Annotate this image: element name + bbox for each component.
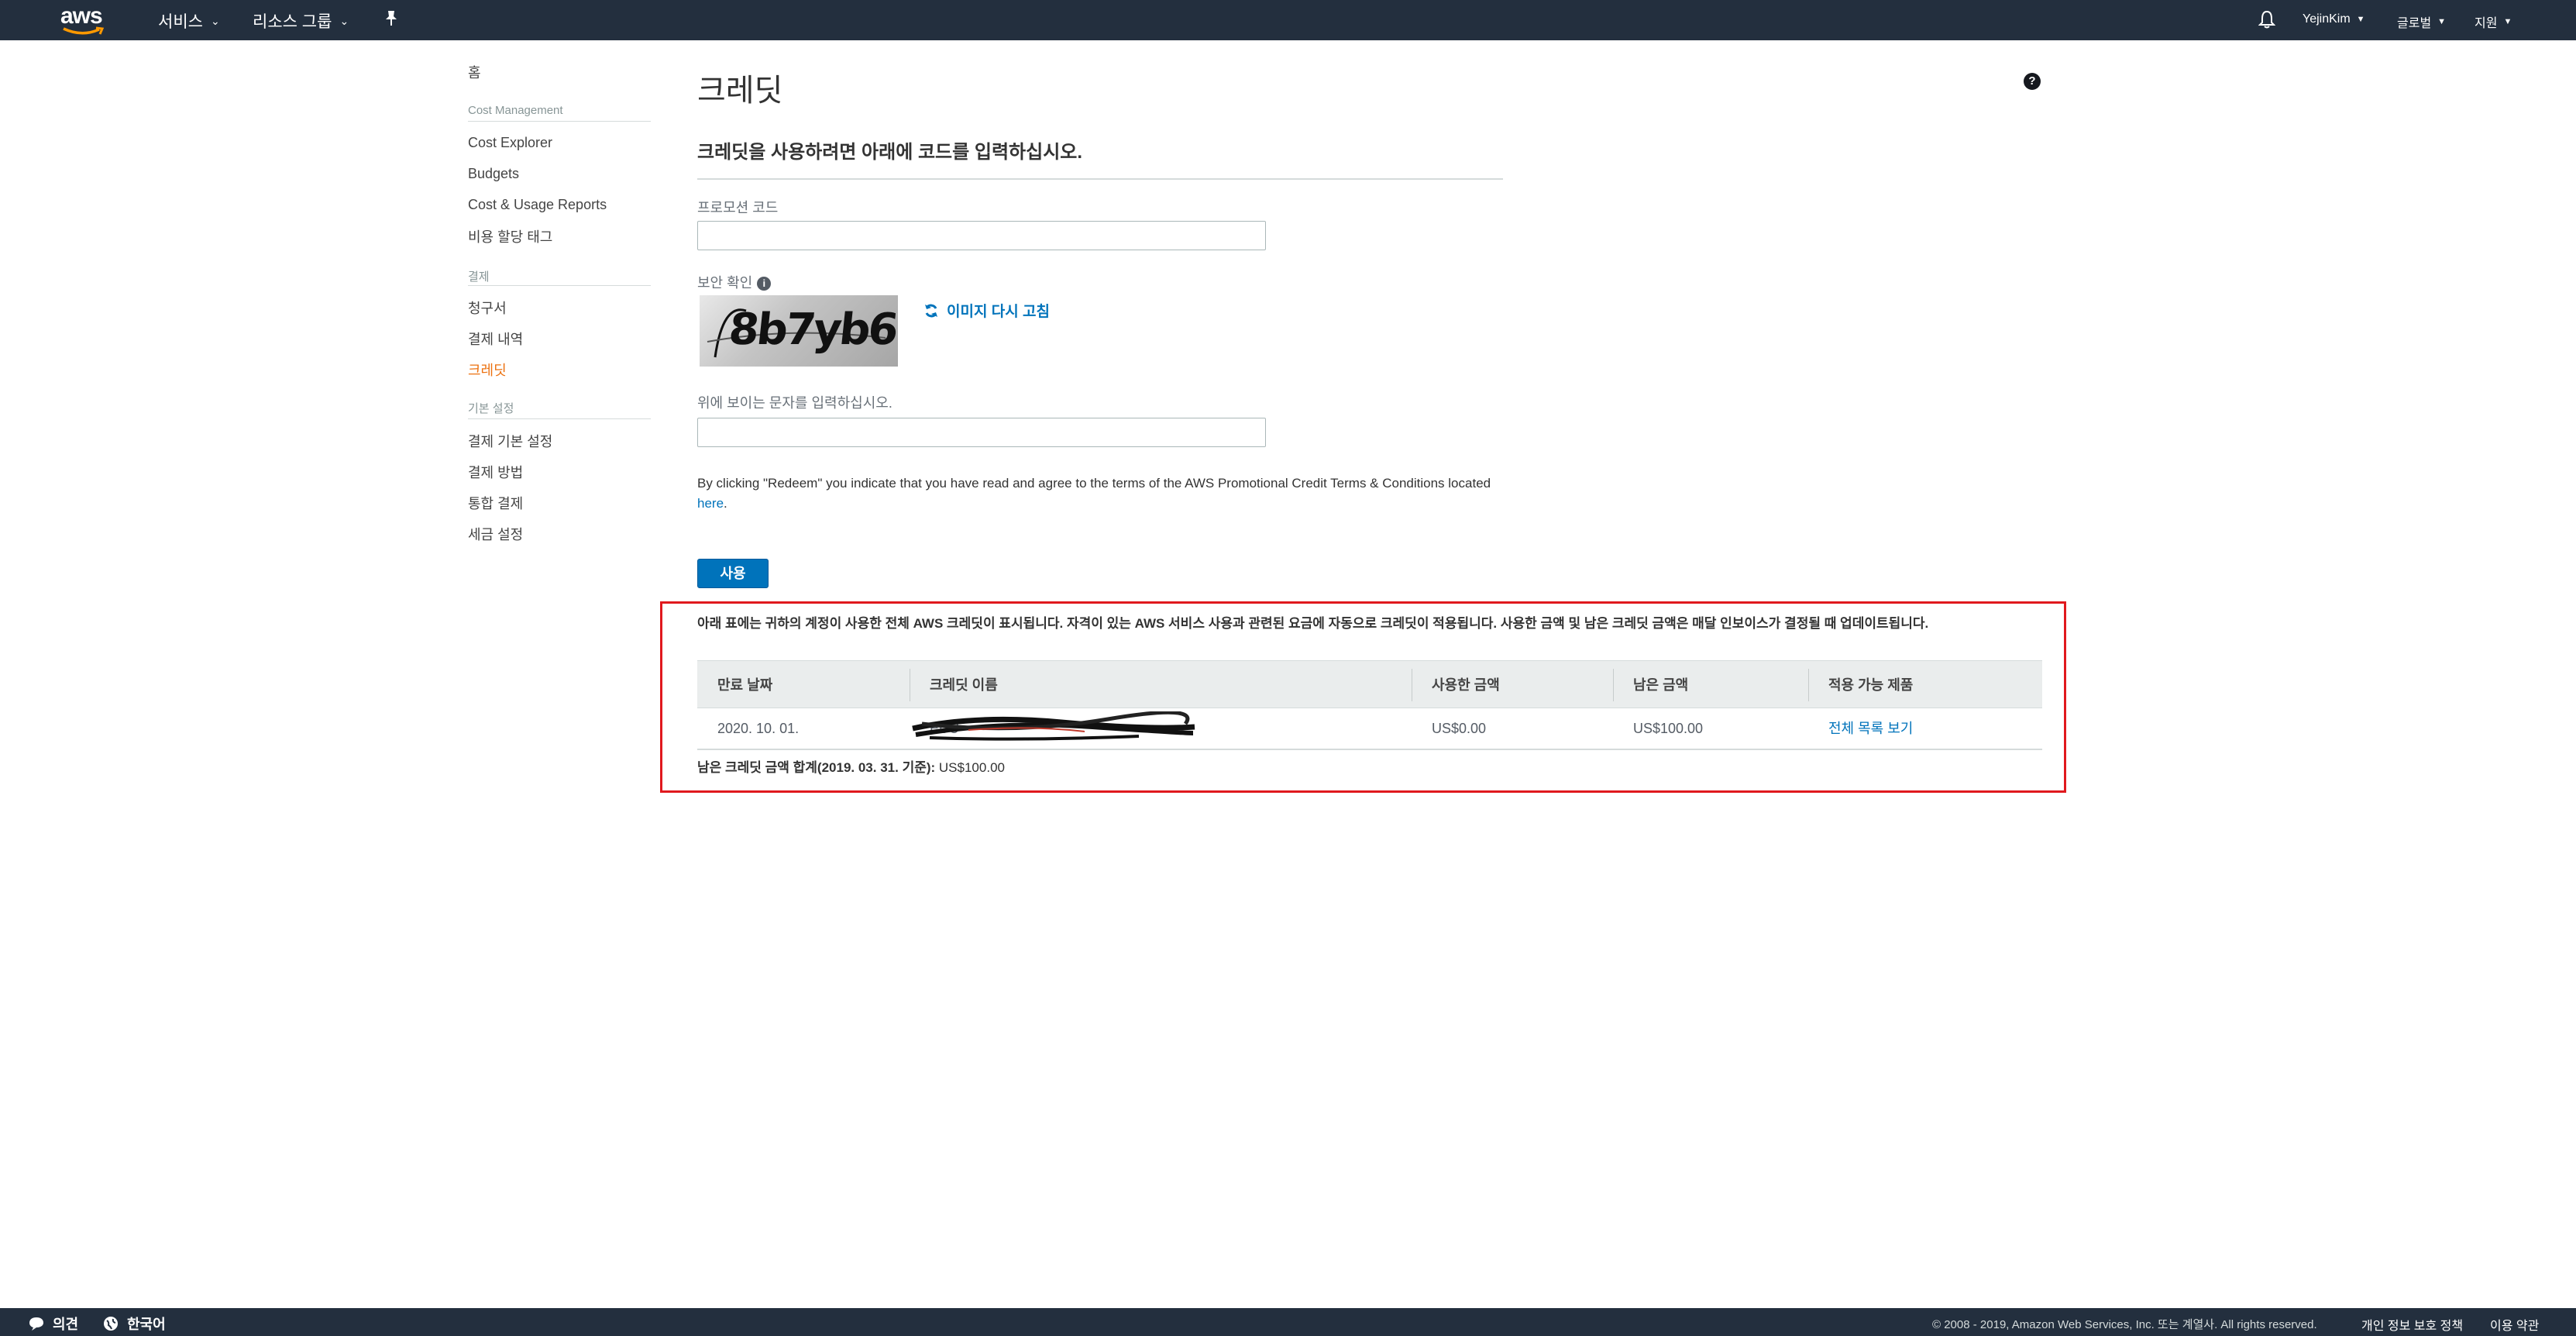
terms-end: . bbox=[724, 496, 727, 511]
total-value: US$100.00 bbox=[938, 760, 1005, 775]
privacy-policy-link[interactable]: 개인 정보 보호 정책 bbox=[2361, 1315, 2463, 1334]
support-label: 지원 bbox=[2475, 17, 2498, 30]
total-label: 남은 크레딧 금액 합계(2019. 03. 31. 기준): bbox=[697, 760, 936, 775]
security-check-text: 보안 확인 bbox=[697, 275, 753, 291]
feedback-label: 의견 bbox=[53, 1317, 79, 1332]
column-amount-used[interactable]: 사용한 금액 bbox=[1412, 661, 1500, 709]
table-row: 2020. 10. 01. EDU US$0.00 US$100.00 전체 목… bbox=[697, 708, 2042, 750]
chevron-down-icon: ▼ bbox=[2356, 15, 2365, 24]
sidebar-item-budgets[interactable]: Budgets bbox=[468, 166, 519, 182]
sidebar-item-credits[interactable]: 크레딧 bbox=[468, 360, 507, 380]
feedback-button[interactable]: 의견 bbox=[28, 1314, 78, 1334]
cell-applicable-products: 전체 목록 보기 bbox=[1808, 708, 1913, 749]
sidebar-item-payment-history[interactable]: 결제 내역 bbox=[468, 329, 523, 349]
user-label: YejinKim bbox=[2303, 12, 2351, 26]
chevron-down-icon: ▼ bbox=[2437, 17, 2447, 26]
info-icon[interactable]: i bbox=[757, 277, 772, 291]
view-all-products-link[interactable]: 전체 목록 보기 bbox=[1828, 721, 1913, 736]
sidebar-item-billing-preferences[interactable]: 결제 기본 설정 bbox=[468, 431, 552, 451]
sidebar-item-bills[interactable]: 청구서 bbox=[468, 298, 507, 318]
section-divider bbox=[697, 178, 1503, 180]
chevron-down-icon: ⌄ bbox=[339, 14, 349, 27]
redaction-scribble bbox=[912, 711, 1195, 741]
captcha-input-label: 위에 보이는 문자를 입력하십시오. bbox=[697, 395, 892, 411]
services-menu[interactable]: 서비스 ⌄ bbox=[158, 9, 220, 33]
credits-table-header: 만료 날짜 크레딧 이름 사용한 금액 남은 금액 적용 가능 제품 bbox=[697, 660, 2042, 708]
bell-icon-svg bbox=[2258, 10, 2276, 29]
user-menu[interactable]: YejinKim ▼ bbox=[2303, 12, 2365, 26]
security-check-label: 보안 확인 i bbox=[697, 272, 772, 292]
terms-link[interactable]: here bbox=[697, 496, 724, 511]
sidebar-group-cost-management: Cost Management bbox=[468, 104, 563, 117]
refresh-icon bbox=[925, 304, 937, 317]
sidebar-divider bbox=[468, 418, 651, 419]
terms-body: By clicking "Redeem" you indicate that y… bbox=[697, 476, 1491, 491]
sidebar-divider bbox=[468, 285, 651, 286]
terms-of-use-link[interactable]: 이용 약관 bbox=[2490, 1315, 2539, 1334]
chevron-down-icon: ⌄ bbox=[210, 14, 220, 27]
promo-code-label: 프로모션 코드 bbox=[697, 200, 779, 215]
pin-icon-svg bbox=[386, 11, 397, 26]
captcha-image: 8b7yb6 bbox=[700, 295, 898, 367]
region-menu[interactable]: 글로벌 ▼ bbox=[2397, 12, 2446, 31]
cell-amount-used: US$0.00 bbox=[1432, 721, 1487, 736]
resource-groups-label: 리소스 그룹 bbox=[253, 13, 332, 31]
globe-icon bbox=[104, 1317, 118, 1331]
sidebar-item-consolidated-billing[interactable]: 통합 결제 bbox=[468, 493, 523, 513]
sidebar-item-cost-explorer[interactable]: Cost Explorer bbox=[468, 135, 552, 151]
aws-logo-text: aws bbox=[60, 3, 103, 29]
refresh-image-link[interactable]: 이미지 다시 고침 bbox=[923, 300, 1050, 321]
services-label: 서비스 bbox=[158, 13, 203, 31]
footer-bar: 의견 한국어 © 2008 - 2019, Amazon Web Service… bbox=[0, 1308, 2576, 1336]
page-title: 크레딧 bbox=[697, 74, 783, 108]
captcha-input[interactable] bbox=[697, 418, 1266, 447]
speech-bubble-icon bbox=[29, 1317, 43, 1331]
column-applicable-products[interactable]: 적용 가능 제품 bbox=[1808, 661, 1913, 709]
sidebar-item-cost-usage-reports[interactable]: Cost & Usage Reports bbox=[468, 197, 607, 213]
chevron-down-icon: ▼ bbox=[2503, 17, 2512, 26]
aws-logo[interactable]: aws bbox=[60, 3, 107, 36]
language-selector[interactable]: 한국어 bbox=[102, 1314, 166, 1334]
language-label: 한국어 bbox=[127, 1317, 166, 1332]
redeem-button[interactable]: 사용 bbox=[697, 559, 769, 588]
remaining-credit-total: 남은 크레딧 금액 합계(2019. 03. 31. 기준): US$100.0… bbox=[697, 756, 1005, 776]
bell-icon[interactable] bbox=[2258, 9, 2276, 33]
sidebar-item-home[interactable]: 홈 bbox=[468, 62, 481, 82]
cell-expiry-date: 2020. 10. 01. bbox=[717, 721, 800, 736]
region-label: 글로벌 bbox=[2397, 17, 2432, 30]
support-menu[interactable]: 지원 ▼ bbox=[2475, 12, 2512, 31]
copyright-text: © 2008 - 2019, Amazon Web Services, Inc.… bbox=[1932, 1318, 2317, 1331]
top-navigation-bar: aws 서비스 ⌄ 리소스 그룹 ⌄ YejinKim ▼ 글로벌 ▼ 지원 ▼ bbox=[0, 0, 2576, 40]
promo-code-input[interactable] bbox=[697, 221, 1266, 250]
help-icon[interactable]: ? bbox=[2024, 73, 2041, 90]
sidebar-divider bbox=[468, 121, 651, 122]
redeem-instructions: 크레딧을 사용하려면 아래에 코드를 입력하십시오. bbox=[697, 142, 1083, 163]
captcha-text: 8b7yb6 bbox=[726, 305, 898, 355]
credits-description: 아래 표에는 귀하의 계정이 사용한 전체 AWS 크레딧이 표시됩니다. 자격… bbox=[697, 616, 1929, 631]
terms-text: By clicking "Redeem" you indicate that y… bbox=[697, 473, 1518, 514]
cell-amount-remaining: US$100.00 bbox=[1633, 721, 1704, 736]
refresh-image-label: 이미지 다시 고침 bbox=[947, 304, 1050, 320]
column-credit-name[interactable]: 크레딧 이름 bbox=[910, 661, 998, 709]
sidebar-item-cost-allocation-tags[interactable]: 비용 할당 태그 bbox=[468, 226, 552, 246]
column-amount-remaining[interactable]: 남은 금액 bbox=[1613, 661, 1688, 709]
sidebar-group-preferences: 기본 설정 bbox=[468, 402, 514, 415]
resource-groups-menu[interactable]: 리소스 그룹 ⌄ bbox=[253, 9, 349, 33]
pin-icon[interactable] bbox=[383, 9, 400, 33]
sidebar-group-billing: 결제 bbox=[468, 270, 490, 284]
aws-smile-icon bbox=[63, 26, 105, 35]
column-expiry-date[interactable]: 만료 날짜 bbox=[697, 661, 772, 709]
sidebar-item-tax-settings[interactable]: 세금 설정 bbox=[468, 524, 523, 544]
sidebar-item-payment-methods[interactable]: 결제 방법 bbox=[468, 462, 523, 482]
